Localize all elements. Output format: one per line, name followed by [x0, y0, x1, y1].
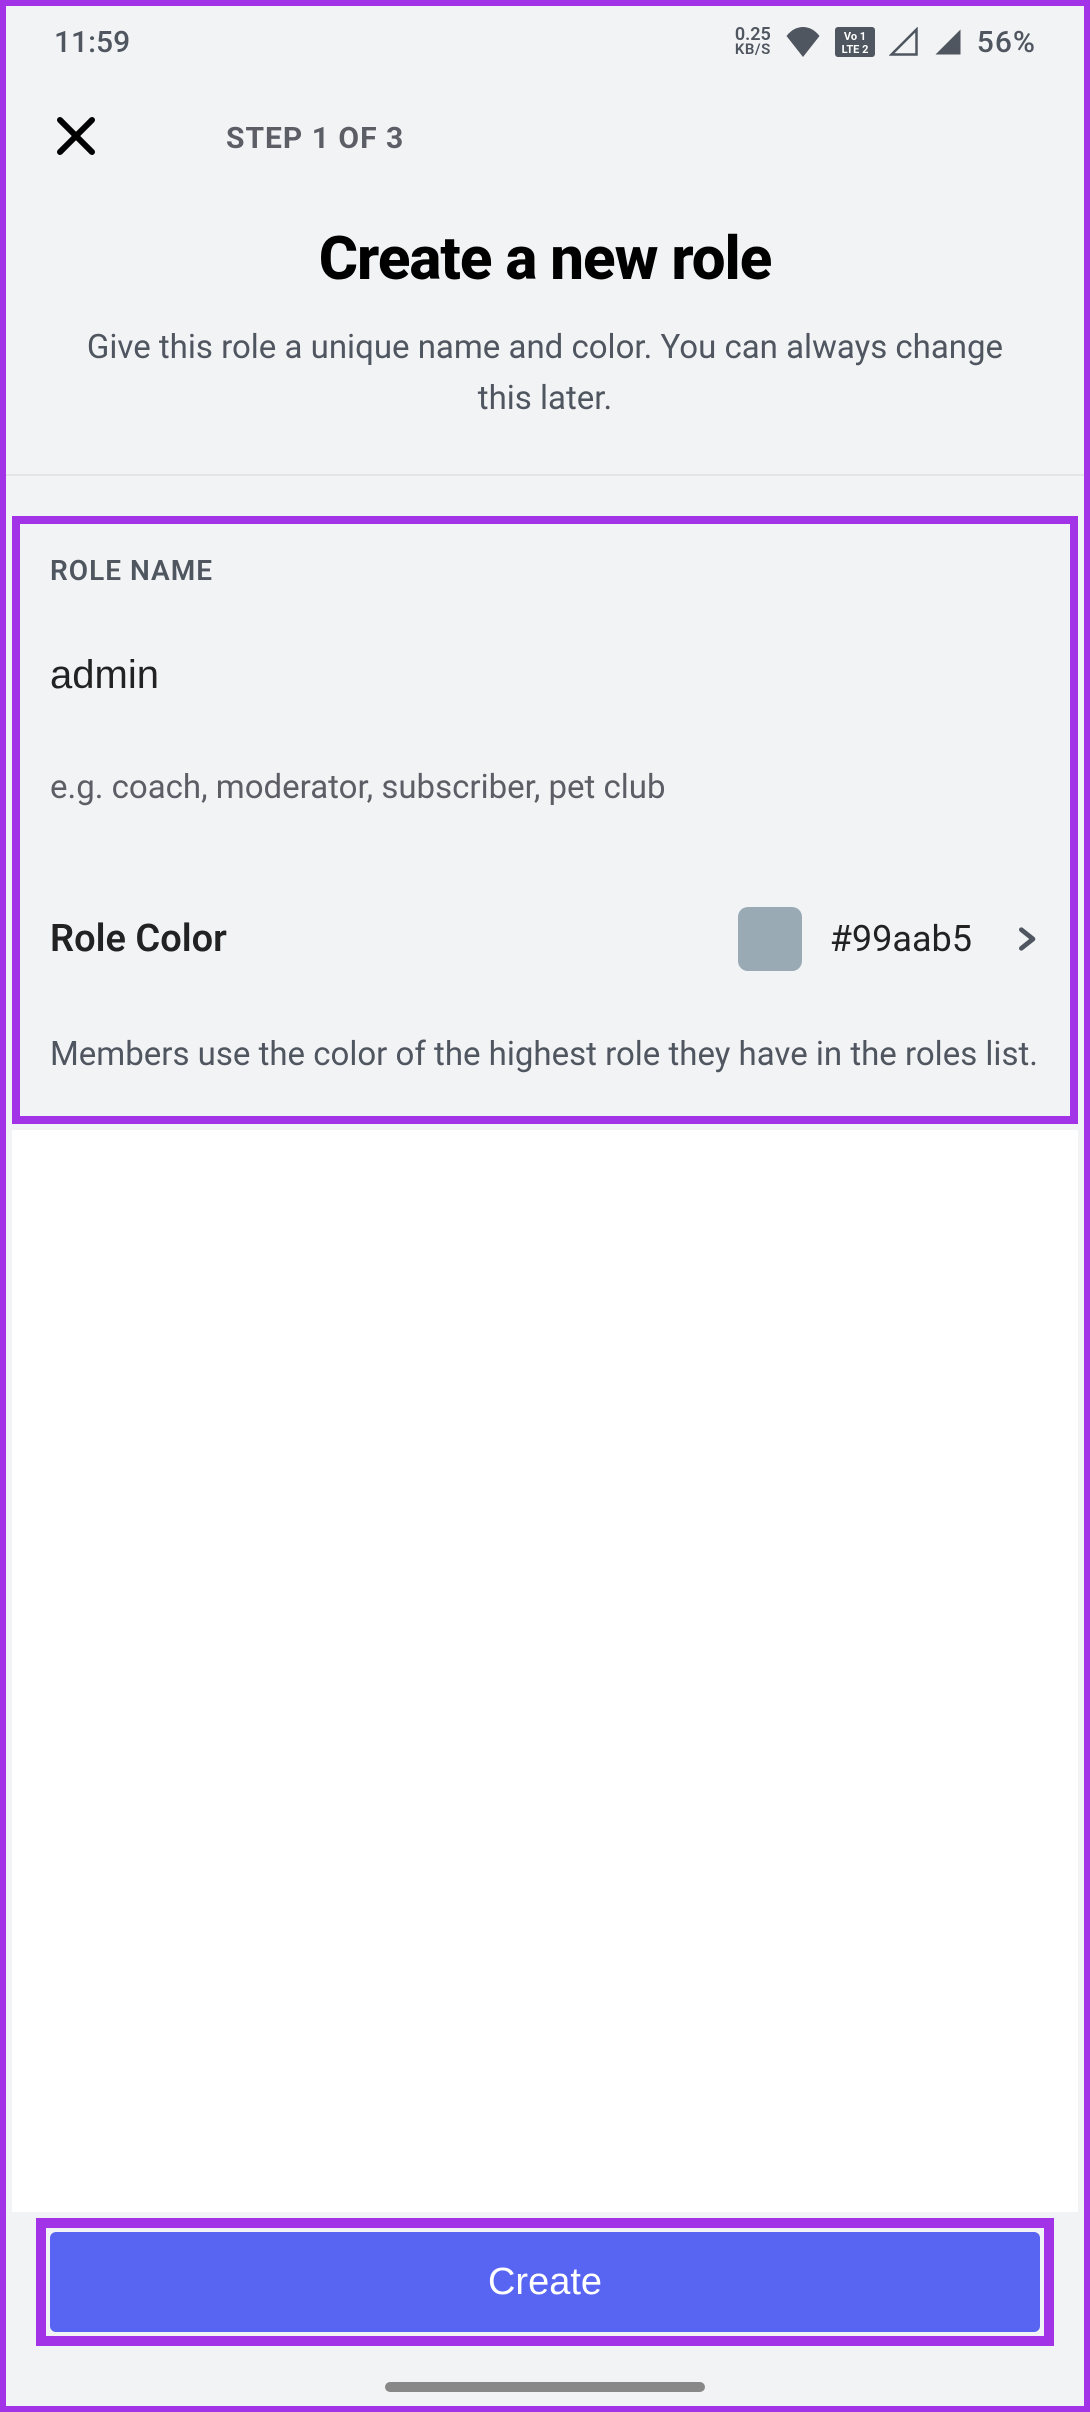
- svg-text:LTE 2: LTE 2: [841, 43, 868, 56]
- signal-icon-2: [933, 27, 963, 57]
- footer: Create: [6, 2212, 1084, 2406]
- role-color-swatch: [738, 907, 802, 971]
- header-row: STEP 1 OF 3: [46, 98, 1044, 178]
- page-title: Create a new role: [46, 223, 1044, 294]
- signal-icon-1: [889, 27, 919, 57]
- spacer: [12, 1130, 1078, 2212]
- volte-icon: Vo 1LTE 2: [835, 27, 875, 57]
- battery-percentage: 56%: [977, 25, 1036, 60]
- role-name-label: ROLE NAME: [50, 554, 1040, 587]
- wifi-icon: [785, 27, 821, 57]
- close-button[interactable]: [46, 108, 106, 168]
- role-color-row[interactable]: Role Color #99aab5: [50, 907, 1040, 971]
- status-time: 11:59: [54, 25, 130, 60]
- create-button[interactable]: Create: [50, 2232, 1040, 2332]
- role-color-description: Members use the color of the highest rol…: [50, 1029, 1040, 1080]
- role-form-card: ROLE NAME e.g. coach, moderator, subscri…: [12, 516, 1078, 1124]
- role-color-value: #99aab5: [830, 918, 972, 960]
- status-right: 0.25 KB/S Vo 1LTE 2 56%: [735, 25, 1036, 60]
- role-color-label: Role Color: [50, 917, 738, 961]
- close-icon: [52, 112, 100, 164]
- create-button-highlight: Create: [36, 2218, 1054, 2346]
- form-card-wrap: ROLE NAME e.g. coach, moderator, subscri…: [6, 476, 1084, 1130]
- page-subtitle: Give this role a unique name and color. …: [46, 322, 1044, 424]
- role-name-input[interactable]: [50, 647, 1040, 704]
- step-indicator: STEP 1 OF 3: [226, 121, 404, 156]
- role-name-hint: e.g. coach, moderator, subscriber, pet c…: [50, 768, 1040, 807]
- svg-text:Vo 1: Vo 1: [844, 30, 866, 43]
- network-speed-indicator: 0.25 KB/S: [735, 27, 771, 57]
- chevron-right-icon: [1012, 917, 1040, 961]
- nav-handle: [385, 2382, 705, 2392]
- header: STEP 1 OF 3 Create a new role Give this …: [6, 78, 1084, 476]
- screen: 11:59 0.25 KB/S Vo 1LTE 2 56%: [0, 0, 1090, 2412]
- status-bar: 11:59 0.25 KB/S Vo 1LTE 2 56%: [6, 6, 1084, 78]
